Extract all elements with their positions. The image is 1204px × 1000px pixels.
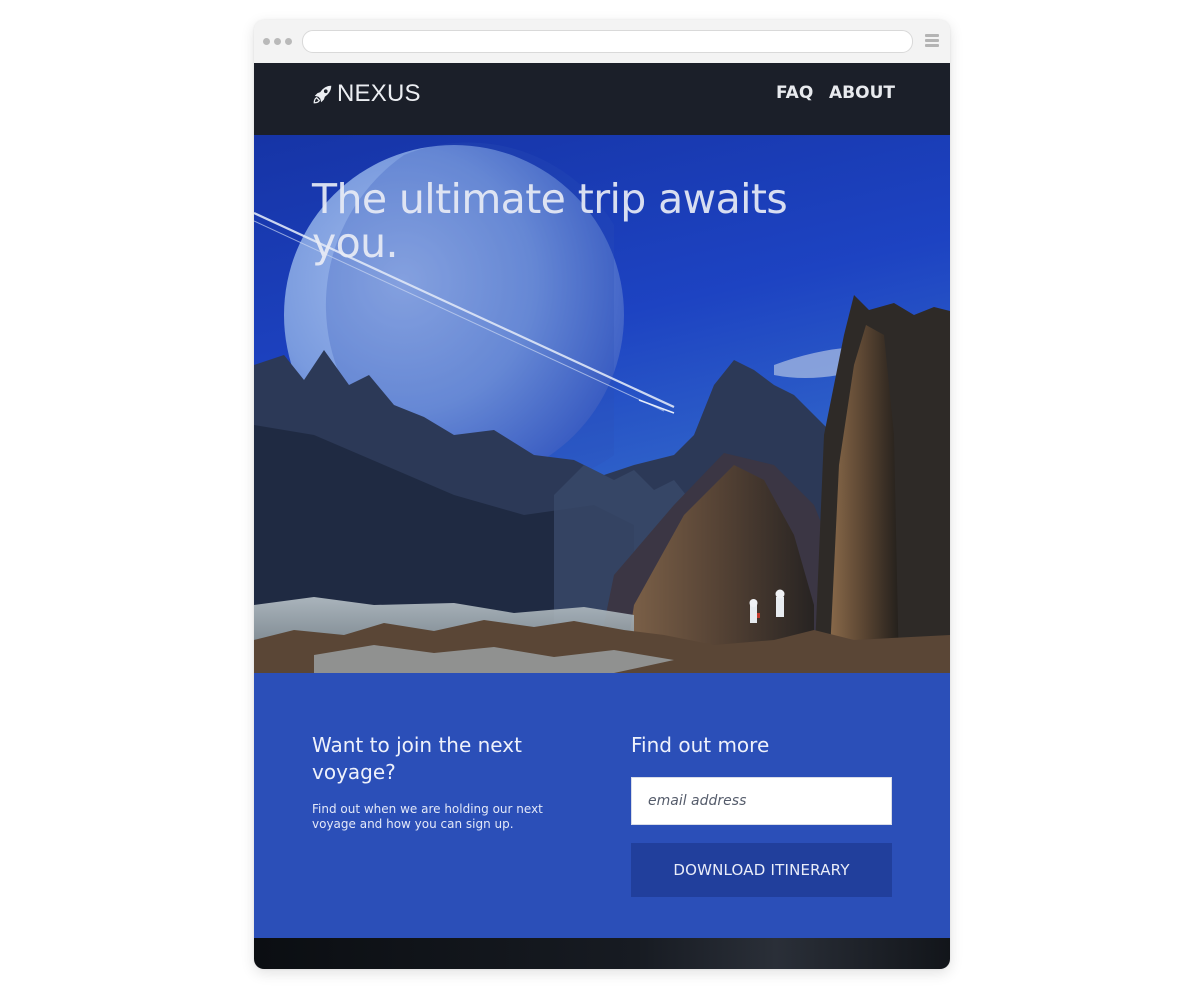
footer-image-strip (254, 938, 950, 969)
hero-title: The ultimate trip awaits you. (312, 175, 788, 267)
download-itinerary-button[interactable]: DOWNLOAD ITINERARY (631, 843, 892, 897)
website-viewport: NEXUS FAQ ABOUT The ultimate trip awaits… (254, 63, 950, 969)
browser-window: NEXUS FAQ ABOUT The ultimate trip awaits… (254, 20, 950, 969)
rocket-icon (313, 85, 332, 104)
hero-section: The ultimate trip awaits you. (254, 135, 950, 673)
window-dot-icon[interactable] (263, 38, 270, 45)
hamburger-menu-icon[interactable] (925, 34, 939, 48)
signup-heading: Want to join the next voyage? (312, 733, 522, 784)
nav-link-faq[interactable]: FAQ (776, 83, 813, 103)
email-input[interactable] (631, 777, 892, 825)
window-controls (263, 38, 292, 45)
signup-section: Want to join the next voyage? Find out w… (254, 673, 950, 938)
address-bar[interactable] (302, 30, 913, 53)
brand-logo[interactable]: NEXUS (312, 80, 421, 108)
window-dot-icon[interactable] (274, 38, 281, 45)
find-out-more-heading: Find out more (631, 733, 770, 757)
navbar: NEXUS FAQ ABOUT (254, 63, 950, 135)
signup-description: Find out when we are holding our next vo… (312, 802, 543, 831)
nav-link-about[interactable]: ABOUT (829, 83, 895, 103)
browser-chrome (254, 20, 950, 63)
window-dot-icon[interactable] (285, 38, 292, 45)
brand-name: NEXUS (337, 80, 421, 107)
